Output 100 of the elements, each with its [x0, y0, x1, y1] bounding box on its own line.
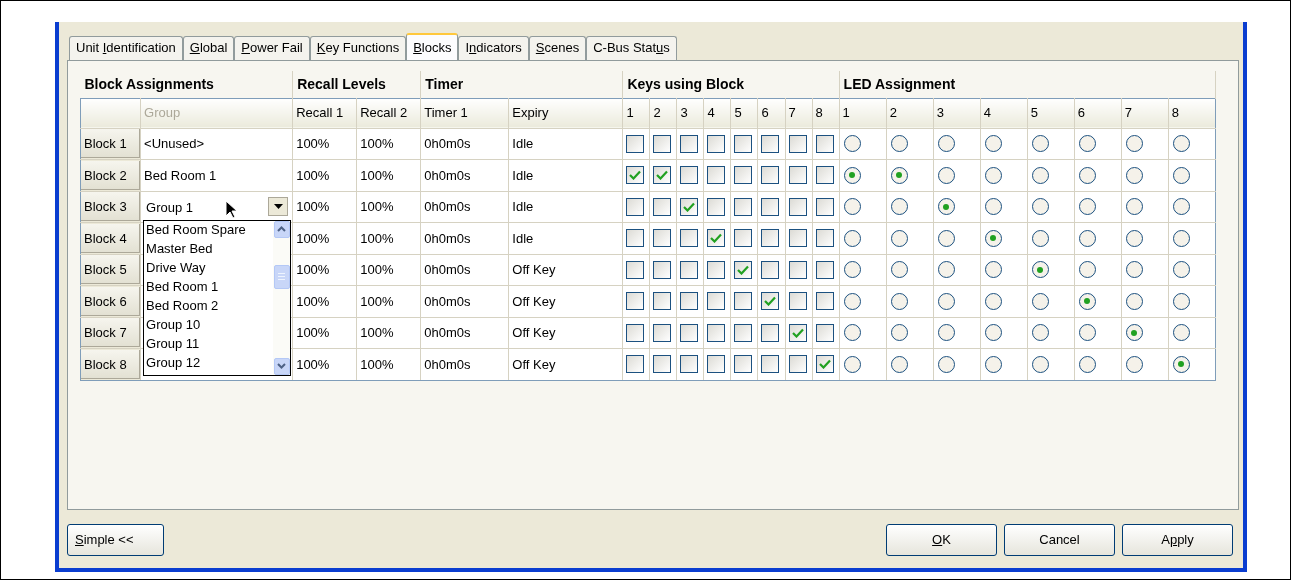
radio-button[interactable]: [1172, 261, 1190, 279]
radio-button[interactable]: [1172, 355, 1190, 373]
checkbox[interactable]: [707, 292, 726, 311]
row-header[interactable]: Block 4: [81, 223, 141, 253]
radio-button[interactable]: [1172, 198, 1190, 216]
checkbox[interactable]: [815, 355, 834, 374]
row-header[interactable]: Block 1: [81, 129, 141, 159]
checkbox[interactable]: [707, 229, 726, 248]
checkbox[interactable]: [680, 134, 699, 153]
checkbox[interactable]: [734, 197, 753, 216]
radio-button[interactable]: [937, 229, 955, 247]
checkbox[interactable]: [680, 197, 699, 216]
checkbox[interactable]: [707, 355, 726, 374]
radio-button[interactable]: [890, 324, 908, 342]
radio-button[interactable]: [843, 135, 861, 153]
checkbox[interactable]: [653, 229, 672, 248]
tab[interactable]: Global: [182, 36, 235, 60]
checkbox[interactable]: [815, 260, 834, 279]
checkbox[interactable]: [761, 292, 780, 311]
row-header[interactable]: Block 8: [81, 349, 141, 379]
radio-button[interactable]: [984, 355, 1002, 373]
radio-button[interactable]: [890, 292, 908, 310]
checkbox[interactable]: [761, 166, 780, 185]
checkbox[interactable]: [680, 229, 699, 248]
radio-button[interactable]: [1078, 198, 1096, 216]
radio-button[interactable]: [1031, 229, 1049, 247]
checkbox[interactable]: [653, 197, 672, 216]
dialog-button[interactable]: Apply: [1122, 524, 1233, 556]
checkbox[interactable]: [680, 323, 699, 342]
radio-button[interactable]: [1078, 292, 1096, 310]
checkbox[interactable]: [815, 292, 834, 311]
checkbox[interactable]: [680, 355, 699, 374]
checkbox[interactable]: [653, 323, 672, 342]
checkbox[interactable]: [815, 166, 834, 185]
simple-button[interactable]: Simple <<: [67, 524, 164, 556]
checkbox[interactable]: [653, 134, 672, 153]
row-header[interactable]: Block 7: [81, 318, 141, 348]
checkbox[interactable]: [626, 355, 645, 374]
tab[interactable]: C-Bus Status: [586, 36, 677, 60]
checkbox[interactable]: [788, 197, 807, 216]
radio-button[interactable]: [1125, 166, 1143, 184]
checkbox[interactable]: [815, 134, 834, 153]
radio-button[interactable]: [843, 198, 861, 216]
checkbox[interactable]: [734, 292, 753, 311]
radio-button[interactable]: [984, 135, 1002, 153]
checkbox[interactable]: [626, 229, 645, 248]
checkbox[interactable]: [680, 260, 699, 279]
dropdown-item[interactable]: Bed Room Spare: [146, 220, 274, 240]
radio-button[interactable]: [890, 261, 908, 279]
group-dropdown[interactable]: Group 1: [144, 194, 290, 219]
checkbox[interactable]: [734, 166, 753, 185]
radio-button[interactable]: [937, 292, 955, 310]
checkbox[interactable]: [734, 134, 753, 153]
radio-button[interactable]: [843, 229, 861, 247]
dropdown-item[interactable]: Group 10: [146, 315, 274, 335]
checkbox[interactable]: [626, 260, 645, 279]
checkbox[interactable]: [707, 166, 726, 185]
radio-button[interactable]: [1125, 292, 1143, 310]
radio-button[interactable]: [843, 324, 861, 342]
checkbox[interactable]: [815, 197, 834, 216]
checkbox[interactable]: [761, 260, 780, 279]
radio-button[interactable]: [890, 198, 908, 216]
radio-button[interactable]: [890, 166, 908, 184]
radio-button[interactable]: [937, 198, 955, 216]
radio-button[interactable]: [843, 292, 861, 310]
radio-button[interactable]: [1125, 135, 1143, 153]
radio-button[interactable]: [1125, 261, 1143, 279]
checkbox[interactable]: [761, 229, 780, 248]
radio-button[interactable]: [1031, 135, 1049, 153]
checkbox[interactable]: [680, 292, 699, 311]
tab[interactable]: Scenes: [528, 36, 587, 60]
checkbox[interactable]: [761, 323, 780, 342]
checkbox[interactable]: [653, 166, 672, 185]
radio-button[interactable]: [984, 292, 1002, 310]
radio-button[interactable]: [1078, 229, 1096, 247]
checkbox[interactable]: [653, 355, 672, 374]
row-header[interactable]: Block 3: [81, 192, 141, 222]
radio-button[interactable]: [937, 324, 955, 342]
radio-button[interactable]: [1078, 166, 1096, 184]
checkbox[interactable]: [761, 134, 780, 153]
radio-button[interactable]: [1172, 166, 1190, 184]
checkbox[interactable]: [788, 229, 807, 248]
row-header[interactable]: Block 5: [81, 255, 141, 285]
tab[interactable]: Blocks: [406, 33, 459, 61]
checkbox[interactable]: [680, 166, 699, 185]
checkbox[interactable]: [761, 197, 780, 216]
checkbox[interactable]: [734, 355, 753, 374]
scroll-down-button[interactable]: [273, 357, 290, 375]
radio-button[interactable]: [984, 324, 1002, 342]
radio-button[interactable]: [1125, 229, 1143, 247]
radio-button[interactable]: [1078, 355, 1096, 373]
radio-button[interactable]: [1031, 292, 1049, 310]
radio-button[interactable]: [1078, 135, 1096, 153]
checkbox[interactable]: [626, 197, 645, 216]
radio-button[interactable]: [890, 355, 908, 373]
checkbox[interactable]: [626, 323, 645, 342]
tab[interactable]: Power Fail: [234, 36, 310, 60]
radio-button[interactable]: [984, 261, 1002, 279]
radio-button[interactable]: [1172, 324, 1190, 342]
row-header[interactable]: Block 2: [81, 160, 141, 190]
